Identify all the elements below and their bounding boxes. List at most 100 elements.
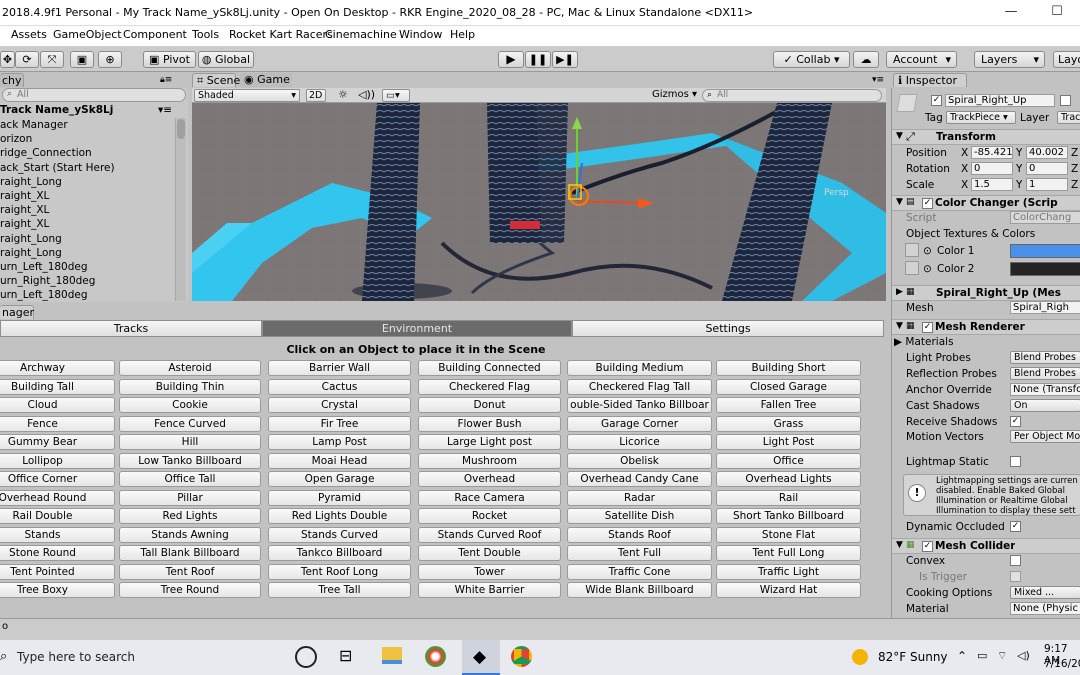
motion-vectors-dropdown[interactable]: Per Object Mot xyxy=(1010,430,1080,443)
object-button[interactable]: Tree Tall xyxy=(268,582,411,598)
object-name-field[interactable]: Spiral_Right_Up xyxy=(945,94,1055,107)
lighting-toggle-icon[interactable]: ☼ xyxy=(338,88,348,101)
object-button[interactable]: Stands xyxy=(0,526,115,543)
lock-icon[interactable]: 🔒︎≡ xyxy=(160,75,172,85)
transform-tool-icon[interactable]: ⊕ xyxy=(98,51,122,68)
cloud-button[interactable]: ☁ xyxy=(853,51,879,68)
object-button[interactable]: Building Medium xyxy=(567,360,712,376)
object-button[interactable]: Overhead Lights xyxy=(716,471,861,487)
menu-help[interactable]: Help xyxy=(450,28,475,41)
menu-window[interactable]: Window xyxy=(399,28,442,41)
object-button[interactable]: Closed Garage xyxy=(716,378,861,395)
unity-taskbar-button[interactable]: ◆ xyxy=(462,640,500,675)
object-button[interactable]: Building Tall xyxy=(0,378,115,395)
hierarchy-scene-root[interactable]: Track Name_ySk8Lj ▾≡ xyxy=(0,103,176,117)
object-button[interactable]: Stone Round xyxy=(0,545,115,561)
mode-2d-button[interactable]: 2D xyxy=(306,89,326,102)
cortana-icon[interactable] xyxy=(295,646,317,668)
object-button[interactable]: Wizard Hat xyxy=(716,582,861,598)
position-y-field[interactable]: 40.002 xyxy=(1026,146,1068,159)
effects-dropdown[interactable]: ▭▾ xyxy=(382,89,410,102)
object-button[interactable]: Tree Round xyxy=(119,582,261,598)
object-button[interactable]: Traffic Light xyxy=(716,563,861,580)
object-button[interactable]: Pillar xyxy=(119,489,261,506)
move-tool-icon[interactable]: ✥ xyxy=(0,51,15,68)
object-picker-icon[interactable]: ⊙ xyxy=(923,263,932,275)
tag-dropdown[interactable]: TrackPiece ▾ xyxy=(946,111,1016,124)
transform-header[interactable]: ▼ ⤢ Transform xyxy=(892,129,1080,145)
mesh-renderer-header[interactable]: ▼ ▦ ✓ Mesh Renderer xyxy=(892,319,1080,335)
tray-chevron-icon[interactable]: ⌃ xyxy=(957,649,967,663)
object-button[interactable]: Pyramid xyxy=(268,489,411,506)
hierarchy-item[interactable]: raight_XL xyxy=(0,189,176,203)
object-button[interactable]: Tent Full Long xyxy=(716,545,861,561)
tab-hierarchy[interactable]: chy xyxy=(0,73,24,87)
weather-text[interactable]: 82°F Sunny xyxy=(878,650,948,664)
object-button[interactable]: Tent Roof Long xyxy=(268,563,411,580)
object-button[interactable]: Race Camera xyxy=(418,489,561,506)
object-button[interactable]: Garage Corner xyxy=(567,415,712,432)
lightmap-static-checkbox[interactable] xyxy=(1010,456,1021,467)
mesh-field[interactable]: Spiral_Righ xyxy=(1010,301,1080,314)
volume-icon[interactable]: ◁) xyxy=(1017,649,1030,662)
menu-assets[interactable]: Assets xyxy=(11,28,47,41)
maximize-button[interactable]: ☐ xyxy=(1034,0,1080,26)
hierarchy-scrollbar[interactable] xyxy=(175,118,186,301)
object-button[interactable]: Checkered Flag xyxy=(418,378,561,395)
anchor-override-field[interactable]: None (Transfo xyxy=(1010,383,1080,396)
object-button[interactable]: Tent Pointed xyxy=(0,563,115,580)
scale-tool-icon[interactable]: ⤧ xyxy=(40,51,64,68)
hierarchy-item[interactable]: urn_Left_180deg xyxy=(0,288,176,302)
menu-component[interactable]: Component xyxy=(123,28,187,41)
object-button[interactable]: Donut xyxy=(418,397,561,413)
light-probes-dropdown[interactable]: Blend Probes xyxy=(1010,351,1080,364)
global-button[interactable]: ◍ Global xyxy=(198,51,254,68)
object-button[interactable]: Traffic Cone xyxy=(567,563,712,580)
object-button[interactable]: Satellite Dish xyxy=(567,508,712,524)
minimize-button[interactable]: — xyxy=(988,0,1034,26)
hierarchy-item[interactable]: raight_Long xyxy=(0,175,176,189)
audio-toggle-icon[interactable]: ◁)) xyxy=(358,88,375,101)
network-icon[interactable]: ▭ xyxy=(977,649,987,662)
object-button[interactable]: White Barrier xyxy=(418,582,561,598)
tab-settings[interactable]: Settings xyxy=(572,320,884,337)
hierarchy-item[interactable]: raight_XL xyxy=(0,203,176,217)
object-button[interactable]: Radar xyxy=(567,489,712,506)
object-button[interactable]: Stands Roof xyxy=(567,526,712,543)
mesh-filter-header[interactable]: ▶ ▦ Spiral_Right_Up (Mes xyxy=(892,285,1080,301)
object-button[interactable]: Open Garage xyxy=(268,471,411,487)
menu-icon[interactable]: ▾≡ xyxy=(158,103,172,117)
rect-tool-icon[interactable]: ▣ xyxy=(70,51,94,68)
object-button[interactable]: Crystal xyxy=(268,397,411,413)
tab-tracks[interactable]: Tracks xyxy=(0,320,262,337)
shading-dropdown[interactable]: Shaded ▾ xyxy=(194,89,300,102)
component-enabled-checkbox[interactable]: ✓ xyxy=(922,541,933,552)
object-button[interactable]: Rail Double xyxy=(0,508,115,524)
menu-cinemachine[interactable]: Cinemachine xyxy=(325,28,397,41)
object-button[interactable]: Building Thin xyxy=(119,378,261,395)
object-button[interactable]: Office xyxy=(716,452,861,469)
hierarchy-item[interactable]: orizon xyxy=(0,132,176,146)
object-button[interactable]: Light Post xyxy=(716,434,861,450)
object-button[interactable]: Tower xyxy=(418,563,561,580)
object-button[interactable]: Overhead Candy Cane xyxy=(567,471,712,487)
tab-environment[interactable]: Environment xyxy=(262,320,572,337)
tab-manager[interactable]: nager xyxy=(0,305,34,319)
object-button[interactable]: Rail xyxy=(716,489,861,506)
hierarchy-search[interactable]: ⌕ All xyxy=(2,88,186,102)
component-enabled-checkbox[interactable]: ✓ xyxy=(922,198,933,209)
object-button[interactable]: Asteroid xyxy=(119,360,261,376)
object-button[interactable]: Fir Tree xyxy=(268,415,411,432)
scene-search[interactable]: ⌕ All xyxy=(702,89,882,102)
account-dropdown[interactable]: Account ▾ xyxy=(886,51,957,68)
hierarchy-item[interactable]: ack Manager xyxy=(0,118,176,132)
object-button[interactable]: Red Lights Double xyxy=(268,508,411,524)
object-button[interactable]: Cloud xyxy=(0,397,115,413)
layer-dropdown[interactable]: Trac xyxy=(1057,111,1080,124)
object-button[interactable]: Overhead xyxy=(418,471,561,487)
object-button[interactable]: Flower Bush xyxy=(418,415,561,432)
object-button[interactable]: Office Tall xyxy=(119,471,261,487)
object-button[interactable]: Mushroom xyxy=(418,452,561,469)
scale-y-field[interactable]: 1 xyxy=(1026,178,1068,191)
object-button[interactable]: Tent Double xyxy=(418,545,561,561)
